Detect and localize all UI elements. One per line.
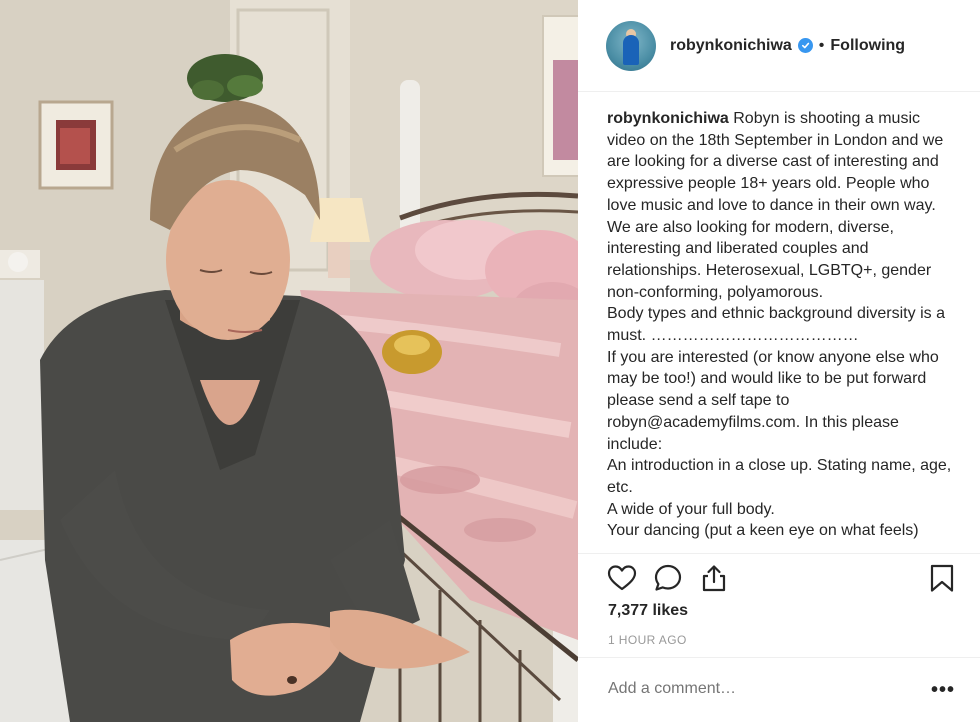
action-bar — [606, 560, 956, 596]
more-options-icon[interactable]: ••• — [928, 679, 958, 701]
username-link[interactable]: robynkonichiwa — [670, 37, 792, 55]
post-photo — [0, 0, 578, 722]
caption-text-4: If you are interested (or know anyone el… — [607, 348, 939, 453]
likes-count[interactable]: 7,377 likes — [608, 602, 688, 620]
verified-badge-icon — [797, 38, 813, 53]
post-side-panel: robynkonichiwa • Following robynkonichiw… — [578, 0, 980, 722]
post-timestamp[interactable]: 1 HOUR AGO — [608, 633, 687, 647]
divider — [578, 657, 980, 658]
avatar-figure — [623, 34, 639, 65]
caption-text-7: Your dancing (put a keen eye on what fee… — [607, 522, 919, 540]
following-button[interactable]: Following — [830, 37, 905, 55]
caption-paragraph-1: robynkonichiwa Robyn is shooting a music… — [607, 108, 957, 217]
post-header: robynkonichiwa • Following — [578, 0, 980, 92]
post-caption: robynkonichiwa Robyn is shooting a music… — [607, 108, 957, 552]
bookmark-icon[interactable] — [926, 560, 958, 596]
avatar[interactable] — [606, 20, 656, 71]
caption-text-6: A wide of your full body. — [607, 500, 775, 518]
heart-icon[interactable] — [606, 560, 638, 596]
comment-icon[interactable] — [652, 560, 684, 596]
comment-input[interactable] — [608, 680, 908, 698]
share-icon[interactable] — [698, 560, 730, 596]
photo-scene — [0, 0, 578, 722]
caption-text-3: Body types and ethnic background diversi… — [607, 305, 945, 345]
divider — [578, 553, 980, 554]
separator-dot: • — [818, 36, 825, 54]
caption-text-2: We are also looking for modern, diverse,… — [607, 218, 932, 301]
caption-username-link[interactable]: robynkonichiwa — [607, 110, 729, 127]
caption-text-5: An introduction in a close up. Stating n… — [607, 457, 952, 496]
